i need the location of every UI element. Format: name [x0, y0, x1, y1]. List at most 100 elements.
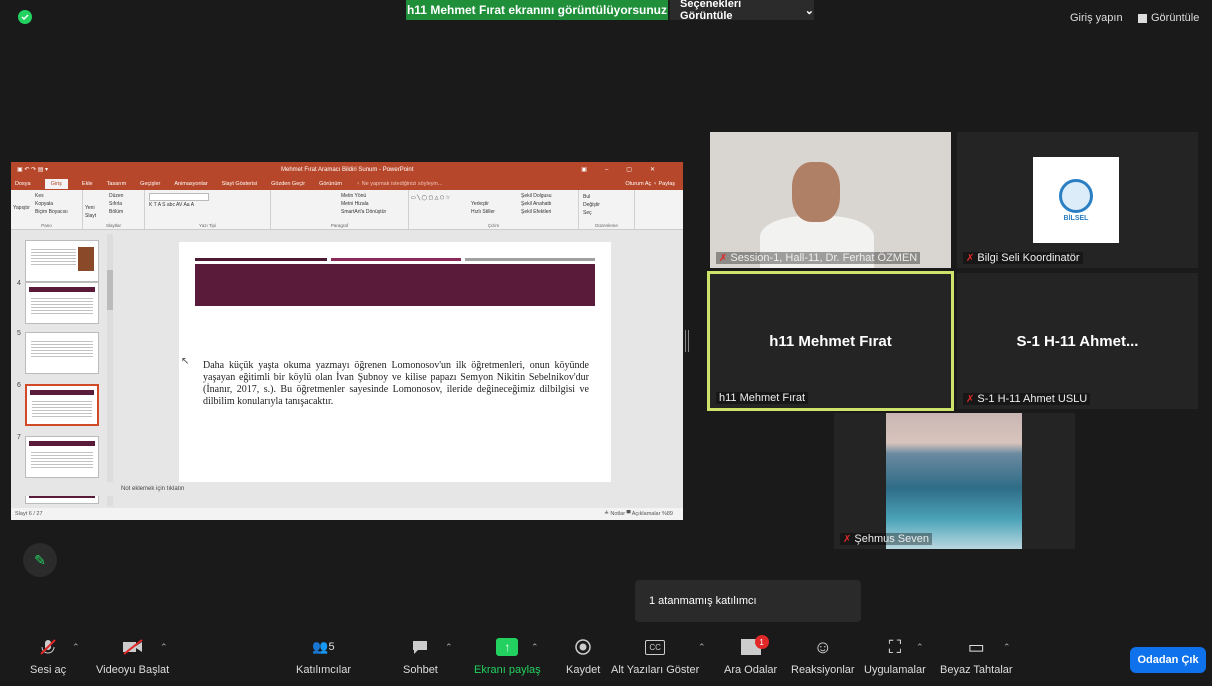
- shapes-gallery[interactable]: ▭ ╲ ◯ ▢ △ ⬠ ☆: [411, 194, 450, 202]
- slide-thumbnail[interactable]: [25, 332, 99, 374]
- layout-button[interactable]: Düzen: [109, 192, 123, 200]
- apps-options-caret[interactable]: ⌃: [916, 642, 924, 653]
- copy-button[interactable]: Kopyala: [35, 200, 68, 208]
- organization-logo: BİLSEL: [1033, 157, 1119, 243]
- chat-options-caret[interactable]: ⌃: [445, 642, 453, 653]
- mic-off-icon: [39, 636, 57, 658]
- tab-dosya[interactable]: Dosya: [15, 181, 31, 187]
- chevron-down-icon: ⌄: [804, 4, 814, 17]
- leave-meeting-button[interactable]: Odadan Çık: [1130, 647, 1206, 673]
- split-divider[interactable]: [685, 330, 689, 352]
- ppt-statusbar: Slayt 6 / 27 ≜ Notlar ▀ Açıklamalar %89: [11, 508, 683, 520]
- select-button[interactable]: Seç: [583, 209, 630, 217]
- shape-outline-button[interactable]: Şekil Anahattı: [521, 200, 552, 208]
- participant-tile[interactable]: BİLSEL ✗ Bilgi Seli Koordinatör: [957, 132, 1198, 268]
- group-label: Pano: [41, 223, 52, 228]
- active-speaker-tile[interactable]: h11 Mehmet Fırat h11 Mehmet Fırat: [707, 271, 954, 411]
- logo-text: BİLSEL: [1063, 214, 1089, 222]
- thumbnails-scrollbar[interactable]: [107, 234, 113, 506]
- font-name-box[interactable]: [149, 193, 209, 201]
- top-bar: h11 Mehmet Fırat ekranını görüntülüyorsu…: [0, 0, 1212, 24]
- ppt-editor: 4 5 6 7 8 ↖ Daha küçük yaşta okuma yazma…: [11, 234, 683, 506]
- view-options-button[interactable]: Seçenekleri Görüntüle ⌄: [670, 0, 814, 22]
- ribbon-group-font: K T A S abc AV Aa A Yazı Tipi: [145, 190, 271, 229]
- slide-thumbnail-selected[interactable]: [25, 384, 99, 426]
- meeting-toolbar: Sesi aç ⌃ Videoyu Başlat ⌃ 👥 5 Katılımcıl…: [0, 632, 1212, 686]
- find-button[interactable]: Bul: [583, 193, 630, 201]
- participant-tile[interactable]: S-1 H-11 Ahmet... ✗ S-1 H-11 Ahmet USLU: [957, 273, 1198, 409]
- shape-effects-button[interactable]: Şekil Efektleri: [521, 208, 552, 216]
- arrange-button[interactable]: Yerleştir: [471, 200, 495, 208]
- whiteboard-options-caret[interactable]: ⌃: [1003, 642, 1011, 653]
- tab-gorunum[interactable]: Görünüm: [319, 181, 342, 187]
- participants-button[interactable]: 👥 5 Katılımcılar: [296, 636, 351, 676]
- mouse-cursor-icon: ↖: [181, 356, 190, 367]
- smartart-button[interactable]: SmartArt'a Dönüştür: [341, 208, 386, 216]
- captions-button[interactable]: CC Alt Yazıları Göster: [611, 636, 699, 676]
- align-text-button[interactable]: Metni Hizala: [341, 200, 386, 208]
- shape-fill-button[interactable]: Şekil Dolgusu: [521, 192, 552, 200]
- text-direction-button[interactable]: Metin Yönü: [341, 192, 386, 200]
- replace-button[interactable]: Değiştir: [583, 201, 630, 209]
- tab-giris[interactable]: Giriş: [44, 179, 68, 189]
- slide-thumbnail[interactable]: [25, 436, 99, 478]
- reset-button[interactable]: Sıfırla: [109, 200, 123, 208]
- record-button[interactable]: Kaydet: [566, 636, 600, 676]
- tab-gecisler[interactable]: Geçişler: [140, 181, 160, 187]
- slide-thumbnail[interactable]: [25, 240, 99, 282]
- participant-name: h11 Mehmet Fırat: [719, 392, 805, 404]
- whiteboard-button[interactable]: ▭ Beyaz Tahtalar: [940, 636, 1013, 677]
- slide-canvas[interactable]: ↖ Daha küçük yaşta okuma yazmayı öğrenen…: [179, 242, 611, 484]
- save-icon: ▣ ↶ ↷ ▤ ▾: [17, 167, 49, 173]
- breakout-rooms-label: Ara Odalar: [724, 664, 778, 676]
- font-style-buttons[interactable]: K T A S abc AV Aa A: [149, 201, 266, 209]
- screen-share-banner: h11 Mehmet Fırat ekranını görüntülüyorsu…: [406, 0, 668, 20]
- participant-name: Session-1, Hall-11, Dr. Ferhat ÖZMEN: [730, 252, 918, 264]
- breakout-rooms-button[interactable]: 1 Ara Odalar: [724, 635, 778, 676]
- status-controls[interactable]: ≜ Notlar ▀ Açıklamalar %89: [604, 511, 673, 517]
- participant-tile[interactable]: ✗ Session-1, Hall-11, Dr. Ferhat ÖZMEN: [710, 132, 951, 268]
- group-label: Slaytlar: [105, 223, 121, 228]
- ppt-ribbon-tabs: Dosya Giriş Ekle Tasarım Geçişler Animas…: [11, 178, 683, 190]
- signin-link[interactable]: Giriş yapın: [1070, 12, 1123, 24]
- format-painter-button[interactable]: Biçim Boyacısı: [35, 208, 68, 216]
- participant-name: Bilgi Seli Koordinatör: [977, 252, 1080, 264]
- ribbon-group-editing: Bul Değiştir Seç Düzenleme: [579, 190, 635, 229]
- ribbon-group-drawing: ▭ ╲ ◯ ▢ △ ⬠ ☆ Yerleştir Hızlı Stiller Şe…: [409, 190, 579, 229]
- quick-styles-button[interactable]: Hızlı Stiller: [471, 208, 495, 216]
- audio-options-caret[interactable]: ⌃: [72, 642, 80, 653]
- signin-share[interactable]: Oturum Aç ♀ Paylaş: [625, 181, 675, 187]
- annotate-pencil-icon[interactable]: ✎: [23, 543, 57, 577]
- grid-icon: [1138, 13, 1147, 23]
- unassigned-participants-tooltip: 1 atanmamış katılımcı: [635, 580, 861, 622]
- cut-button[interactable]: Kes: [35, 192, 68, 200]
- notes-pane[interactable]: Not eklemek için tıklatın: [11, 482, 683, 496]
- participant-display-name: S-1 H-11 Ahmet...: [1016, 332, 1139, 350]
- captions-options-caret[interactable]: ⌃: [698, 642, 706, 653]
- slide-body-text[interactable]: Daha küçük yaşta okuma yazmayı öğrenen L…: [203, 360, 589, 408]
- tell-me-search[interactable]: ♀ Ne yapmak istediğinizi söyleyin...: [356, 181, 442, 187]
- view-button[interactable]: Görüntüle: [1138, 12, 1199, 24]
- reactions-button[interactable]: ☺ Reaksiyonlar: [791, 636, 855, 677]
- chat-button[interactable]: Sohbet: [403, 636, 438, 676]
- shield-icon[interactable]: [18, 10, 32, 24]
- start-video-button[interactable]: Videoyu Başlat: [96, 636, 169, 676]
- tab-tasarim[interactable]: Tasarım: [107, 181, 127, 187]
- tab-slayt-gosterisi[interactable]: Slayt Gösterisi: [222, 181, 257, 187]
- unmute-button[interactable]: Sesi aç: [30, 636, 66, 676]
- slide-number: 7: [17, 434, 21, 441]
- paste-button[interactable]: Yapıştır: [13, 204, 30, 212]
- tab-animasyonlar[interactable]: Animasyonlar: [174, 181, 207, 187]
- group-label: Çizim: [487, 223, 500, 228]
- unmute-label: Sesi aç: [30, 664, 67, 676]
- new-slide-button[interactable]: Yeni Slayt: [85, 204, 105, 220]
- slide-thumbnail[interactable]: [25, 282, 99, 324]
- participant-tile[interactable]: ✗ Şehmus Seven: [834, 413, 1075, 549]
- group-label: Düzenleme: [595, 223, 618, 228]
- share-options-caret[interactable]: ⌃: [531, 642, 539, 653]
- video-options-caret[interactable]: ⌃: [160, 642, 168, 653]
- tab-gozden-gecir[interactable]: Gözden Geçir: [271, 181, 305, 187]
- section-button[interactable]: Bölüm: [109, 208, 123, 216]
- tab-ekle[interactable]: Ekle: [82, 181, 93, 187]
- apps-icon: ⛶: [888, 636, 902, 657]
